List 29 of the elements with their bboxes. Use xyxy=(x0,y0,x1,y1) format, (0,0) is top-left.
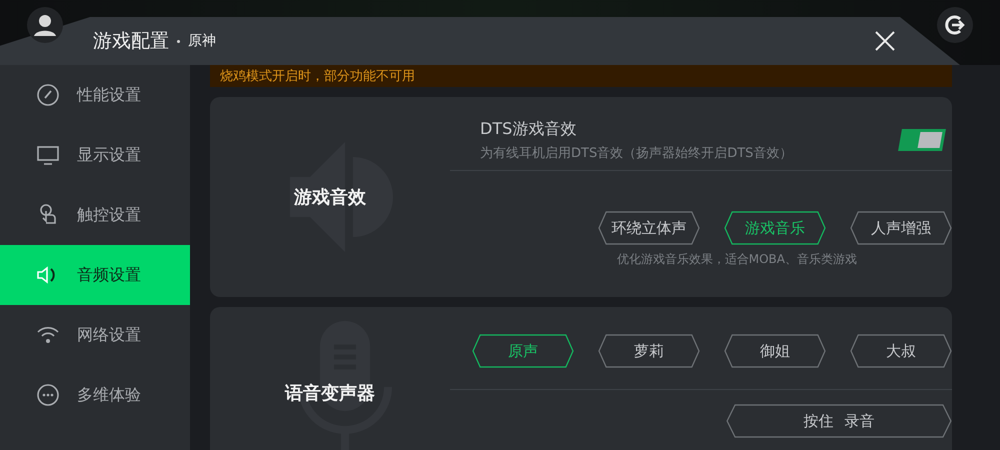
voice-option[interactable]: 御姐 xyxy=(724,334,826,368)
section-label: 语音变声器 xyxy=(285,382,375,405)
voice-option[interactable]: 大叔 xyxy=(850,334,952,368)
sidebar-item[interactable]: 网络设置 xyxy=(0,305,190,365)
window-title: 游戏配置 xyxy=(93,29,169,54)
mode-option[interactable]: 环绕立体声 xyxy=(598,211,700,245)
mode-hint: 优化游戏音乐效果，适合MOBA、音乐类游戏 xyxy=(616,251,857,268)
setting-title: DTS游戏音效 xyxy=(480,119,578,140)
warning-text: 烧鸡模式开启时，部分功能不可用 xyxy=(220,68,415,85)
voice-option[interactable]: 萝莉 xyxy=(598,334,700,368)
monitor-icon xyxy=(36,143,60,167)
game-name: 原神 xyxy=(188,32,216,50)
toggle-switch[interactable] xyxy=(898,129,946,151)
more-icon xyxy=(36,383,60,407)
mode-option[interactable]: 人声增强 xyxy=(850,211,952,245)
exit-icon[interactable] xyxy=(937,7,973,43)
sidebar-item[interactable]: 显示设置 xyxy=(0,125,190,185)
voice-option[interactable]: 原声 xyxy=(472,334,574,368)
gauge-icon xyxy=(36,83,60,107)
sidebar-item[interactable]: 触控设置 xyxy=(0,185,190,245)
sidebar-item[interactable]: 多维体验 xyxy=(0,365,190,425)
sidebar-item[interactable]: 性能设置 xyxy=(0,65,190,125)
avatar-icon[interactable] xyxy=(27,7,63,43)
setting-description: 为有线耳机启用DTS音效（扬声器始终开启DTS音效） xyxy=(480,145,794,162)
separator-dot xyxy=(177,40,180,42)
section-label: 游戏音效 xyxy=(294,186,366,209)
record-button[interactable]: 按住 录音 xyxy=(726,404,952,438)
sidebar-item[interactable]: 音频设置 xyxy=(0,245,190,305)
mode-option[interactable]: 游戏音乐 xyxy=(724,211,826,245)
